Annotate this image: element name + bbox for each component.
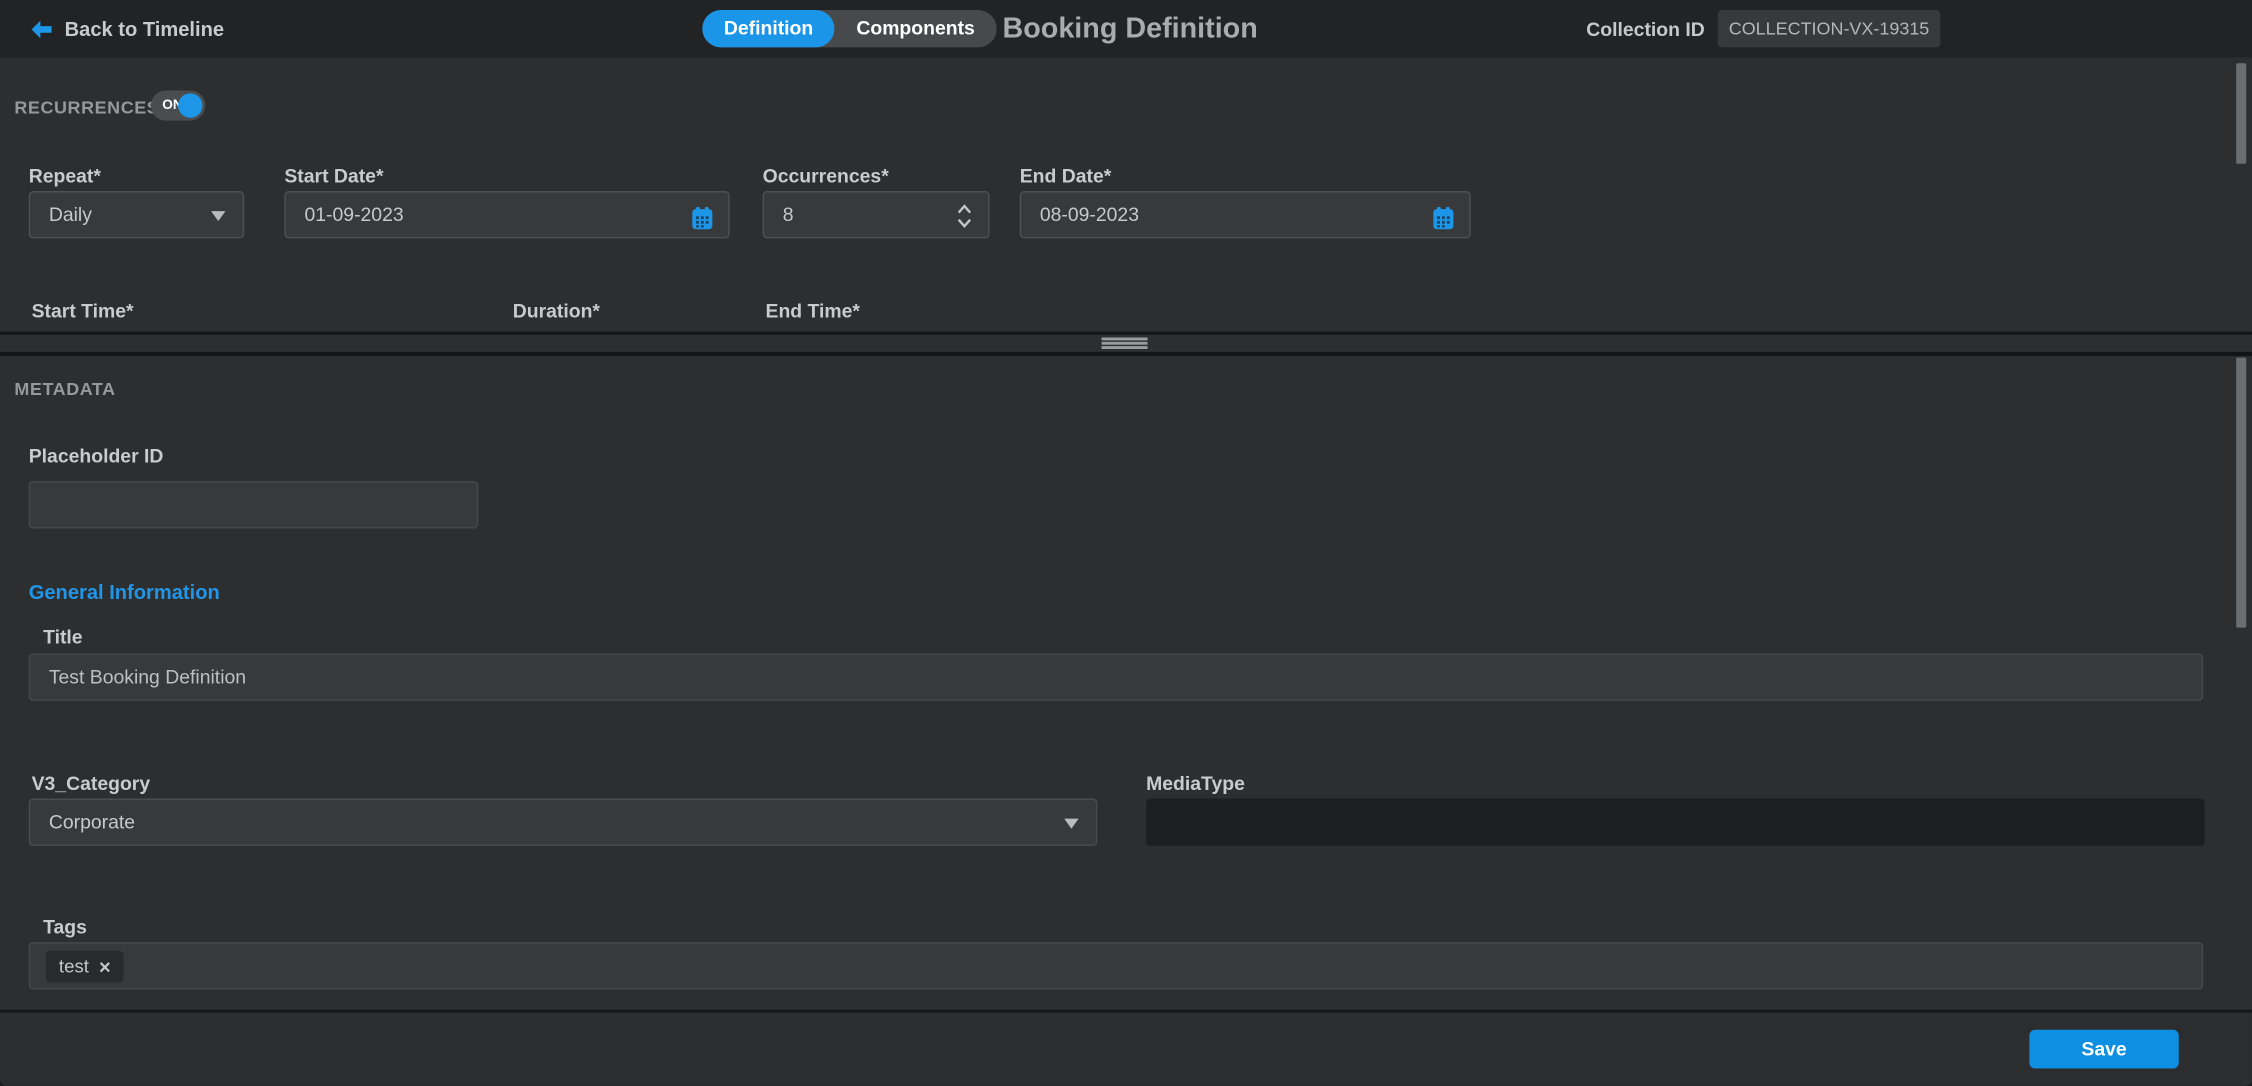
- start-date-input[interactable]: 01-09-2023: [284, 191, 729, 238]
- splitter-grip-icon: [1102, 338, 1148, 351]
- duration-label: Duration*: [513, 300, 600, 322]
- media-type-label: MediaType: [1146, 773, 1245, 795]
- general-information-heading: General Information: [29, 580, 220, 603]
- repeat-label: Repeat*: [29, 165, 101, 187]
- chevron-down-icon: [1064, 819, 1078, 829]
- top-bar: Back to Timeline Definition Components B…: [0, 0, 2252, 57]
- end-date-input[interactable]: 08-09-2023: [1020, 191, 1471, 238]
- recurrences-section-label: RECURRENCES: [14, 98, 159, 118]
- v3-category-select[interactable]: Corporate: [29, 799, 1098, 846]
- end-time-label: End Time*: [766, 300, 860, 322]
- collection-id-label: Collection ID: [1586, 18, 1705, 40]
- tag-remove-icon[interactable]: ×: [99, 951, 111, 983]
- tag-chip[interactable]: test ×: [46, 951, 124, 983]
- collection-id-group: Collection ID COLLECTION-VX-19315: [1586, 0, 2252, 57]
- metadata-panel: METADATA Placeholder ID General Informat…: [0, 356, 2252, 1009]
- toggle-knob: [178, 93, 202, 117]
- v3-category-label: V3_Category: [32, 773, 151, 795]
- recurrences-panel: RECURRENCES ON Repeat* Daily Start Date*…: [0, 57, 2252, 331]
- tag-chip-label: test: [59, 951, 89, 983]
- tags-label: Tags: [43, 916, 87, 938]
- media-type-input[interactable]: [1146, 799, 2204, 846]
- footer-bar: Save: [0, 1010, 2252, 1086]
- title-input[interactable]: Test Booking Definition: [29, 653, 2203, 700]
- panel-splitter[interactable]: [0, 332, 2252, 356]
- view-tab-group: Definition Components: [702, 10, 996, 47]
- recurrences-scrollbar-thumb[interactable]: [2236, 63, 2246, 164]
- tab-definition[interactable]: Definition: [702, 10, 834, 47]
- number-stepper[interactable]: [955, 201, 974, 247]
- back-to-timeline-button[interactable]: Back to Timeline: [32, 0, 224, 57]
- back-arrow-icon: [32, 19, 52, 38]
- occurrences-label: Occurrences*: [763, 165, 889, 187]
- page-title: Booking Definition: [1002, 0, 1257, 57]
- placeholder-id-label: Placeholder ID: [29, 445, 164, 467]
- calendar-icon[interactable]: [1430, 203, 1456, 248]
- title-label: Title: [43, 626, 83, 648]
- start-date-label: Start Date*: [284, 165, 383, 187]
- tab-components[interactable]: Components: [835, 10, 997, 47]
- tags-input[interactable]: test ×: [29, 942, 2203, 989]
- end-date-label: End Date*: [1020, 165, 1112, 187]
- booking-definition-app: Back to Timeline Definition Components B…: [0, 0, 2252, 1086]
- save-button[interactable]: Save: [2029, 1030, 2178, 1069]
- metadata-section-label: METADATA: [14, 379, 115, 399]
- occurrences-input[interactable]: 8: [763, 191, 990, 238]
- recurrences-toggle[interactable]: ON: [151, 90, 206, 120]
- chevron-down-icon: [211, 211, 225, 221]
- calendar-icon[interactable]: [689, 203, 715, 248]
- repeat-select[interactable]: Daily: [29, 191, 244, 238]
- start-time-label: Start Time*: [32, 300, 134, 322]
- placeholder-id-input[interactable]: [29, 481, 479, 528]
- collection-id-value: COLLECTION-VX-19315: [1718, 10, 1941, 47]
- metadata-scrollbar-thumb[interactable]: [2236, 358, 2246, 628]
- back-to-timeline-label: Back to Timeline: [65, 17, 224, 40]
